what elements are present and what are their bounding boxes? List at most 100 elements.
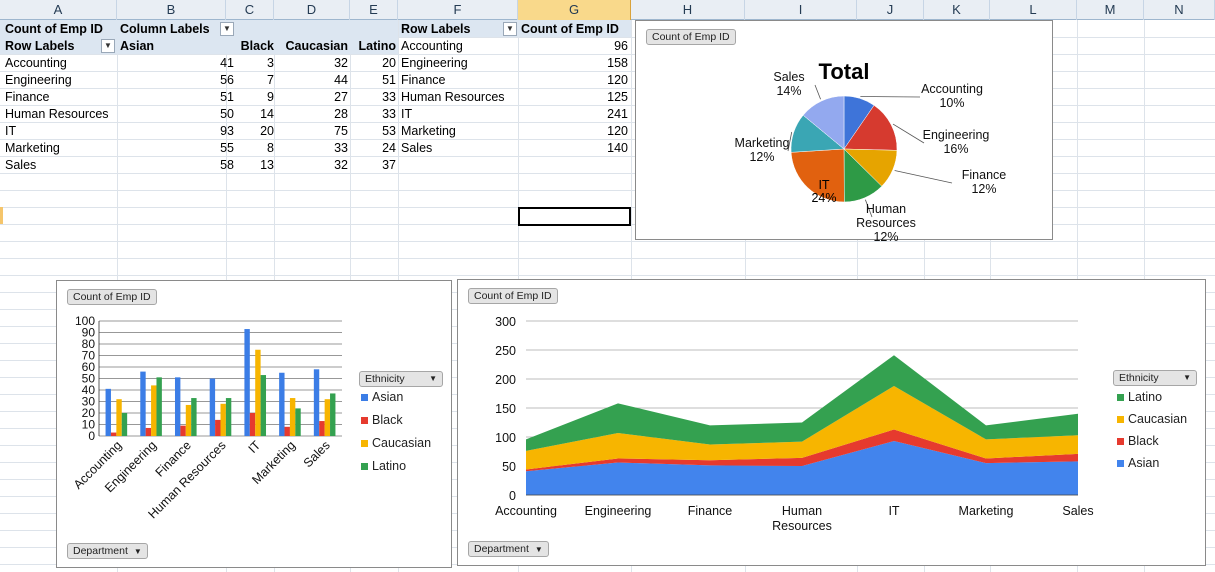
bar-legend-item[interactable]: Caucasian: [361, 436, 431, 450]
bar-legend-item[interactable]: Asian: [361, 390, 403, 404]
pivot1-cell[interactable]: 32: [274, 157, 348, 174]
column-header-i[interactable]: I: [745, 0, 857, 20]
bar-latino[interactable]: [225, 398, 232, 436]
column-header-d[interactable]: D: [274, 0, 350, 20]
column-header-f[interactable]: F: [398, 0, 518, 20]
pivot1-cell[interactable]: 53: [350, 123, 396, 140]
bar-caucasian[interactable]: [185, 404, 192, 436]
pivot1-column-labels[interactable]: Column Labels: [120, 21, 210, 38]
pivot2-cell[interactable]: 125: [520, 89, 628, 106]
column-header-h[interactable]: H: [631, 0, 745, 20]
bar-latino[interactable]: [330, 393, 336, 436]
area-legend-item[interactable]: Black: [1117, 434, 1159, 448]
bar-axis-filter-button[interactable]: Department ▼: [67, 543, 148, 559]
bar-legend-filter-button[interactable]: Ethnicity ▼: [359, 371, 443, 387]
bar-asian[interactable]: [209, 378, 216, 437]
pivot1-cell[interactable]: 55: [120, 140, 234, 157]
pivot2-cell[interactable]: 96: [520, 38, 628, 55]
bar-asian[interactable]: [313, 369, 320, 436]
pivot2-cell[interactable]: 158: [520, 55, 628, 72]
column-header-c[interactable]: C: [226, 0, 274, 20]
bar-black[interactable]: [110, 432, 117, 436]
area-axis-filter-button[interactable]: Department ▼: [468, 541, 549, 557]
bar-caucasian[interactable]: [116, 399, 122, 436]
bar-asian[interactable]: [279, 372, 285, 436]
pivot1-cell[interactable]: 93: [120, 123, 234, 140]
bar-latino[interactable]: [295, 408, 301, 436]
pie-chart[interactable]: Count of Emp ID Total Accounting 10% Engin…: [635, 20, 1053, 241]
column-header-l[interactable]: L: [990, 0, 1077, 20]
area-legend-item[interactable]: Asian: [1117, 456, 1159, 470]
column-header-n[interactable]: N: [1144, 0, 1215, 20]
column-header-j[interactable]: J: [857, 0, 924, 20]
pivot1-row-label: Sales: [5, 158, 37, 172]
bar-black[interactable]: [145, 427, 152, 436]
pivot1-cell[interactable]: 28: [274, 106, 348, 123]
pivot1-cell[interactable]: 41: [120, 55, 234, 72]
bar-black[interactable]: [180, 425, 186, 436]
pivot1-cell[interactable]: 58: [120, 157, 234, 174]
pivot1-cell[interactable]: 32: [274, 55, 348, 72]
pivot2-row-labels-dropdown-icon[interactable]: ▼: [503, 22, 517, 36]
area-chart[interactable]: Count of Emp ID 0 50 100 150 200 250 300 Accoun…: [457, 279, 1206, 566]
bar-latino[interactable]: [260, 375, 267, 436]
pivot1-cell[interactable]: 27: [274, 89, 348, 106]
column-header-a[interactable]: A: [0, 0, 117, 20]
pivot1-cell[interactable]: 7: [226, 72, 274, 89]
pivot1-cell[interactable]: 33: [350, 89, 396, 106]
pivot1-cell[interactable]: 3: [226, 55, 274, 72]
bar-caucasian[interactable]: [289, 398, 296, 436]
bar-caucasian[interactable]: [151, 385, 157, 436]
pivot2-cell[interactable]: 241: [520, 106, 628, 123]
bar-black[interactable]: [249, 413, 256, 436]
bar-legend-item[interactable]: Black: [361, 413, 403, 427]
pivot1-cell[interactable]: 33: [350, 106, 396, 123]
pivot1-cell[interactable]: 75: [274, 123, 348, 140]
bar-chart[interactable]: Count of Emp ID 0 10 20 30 40 50 60 70 80 90 100 Ac…: [56, 280, 452, 568]
pivot1-cell[interactable]: 50: [120, 106, 234, 123]
column-labels-dropdown-icon[interactable]: ▼: [220, 22, 234, 36]
column-header-m[interactable]: M: [1077, 0, 1144, 20]
bar-asian[interactable]: [244, 329, 250, 436]
pivot1-cell[interactable]: 20: [350, 55, 396, 72]
column-header-e[interactable]: E: [350, 0, 398, 20]
active-cell[interactable]: [518, 207, 631, 226]
pivot1-cell[interactable]: 8: [226, 140, 274, 157]
pivot1-cell[interactable]: 37: [350, 157, 396, 174]
bar-black[interactable]: [284, 426, 290, 436]
bar-legend-item[interactable]: Latino: [361, 459, 406, 473]
pivot1-cell[interactable]: 51: [120, 89, 234, 106]
pivot2-cell[interactable]: 140: [520, 140, 628, 157]
pivot1-cell[interactable]: 44: [274, 72, 348, 89]
column-header-k[interactable]: K: [924, 0, 990, 20]
bar-caucasian[interactable]: [255, 349, 261, 436]
bar-black[interactable]: [319, 421, 325, 436]
bar-asian[interactable]: [140, 371, 146, 436]
pivot1-cell[interactable]: 56: [120, 72, 234, 89]
pivot1-cell[interactable]: 9: [226, 89, 274, 106]
pivot1-cell[interactable]: 51: [350, 72, 396, 89]
bar-latino[interactable]: [191, 398, 197, 436]
row-labels-dropdown-icon[interactable]: ▼: [101, 39, 115, 53]
pivot2-row-labels[interactable]: Row Labels: [401, 21, 470, 38]
column-header-b[interactable]: B: [117, 0, 226, 20]
bar-caucasian[interactable]: [220, 403, 226, 436]
bar-latino[interactable]: [156, 377, 162, 436]
pivot1-row-labels[interactable]: Row Labels: [5, 38, 74, 55]
bar-caucasian[interactable]: [324, 399, 331, 436]
area-legend-item[interactable]: Latino: [1117, 390, 1162, 404]
bar-black[interactable]: [215, 419, 221, 436]
pivot1-cell[interactable]: 14: [226, 106, 274, 123]
bar-asian[interactable]: [174, 377, 181, 436]
pivot2-cell[interactable]: 120: [520, 123, 628, 140]
pivot1-cell[interactable]: 33: [274, 140, 348, 157]
pivot1-cell[interactable]: 20: [226, 123, 274, 140]
pivot1-cell[interactable]: 13: [226, 157, 274, 174]
column-header-g[interactable]: G: [518, 0, 631, 20]
bar-asian[interactable]: [105, 388, 111, 436]
bar-latino[interactable]: [121, 413, 128, 436]
area-legend-item[interactable]: Caucasian: [1117, 412, 1187, 426]
pivot2-cell[interactable]: 120: [520, 72, 628, 89]
area-legend-filter-button[interactable]: Ethnicity ▼: [1113, 370, 1197, 386]
pivot1-cell[interactable]: 24: [350, 140, 396, 157]
